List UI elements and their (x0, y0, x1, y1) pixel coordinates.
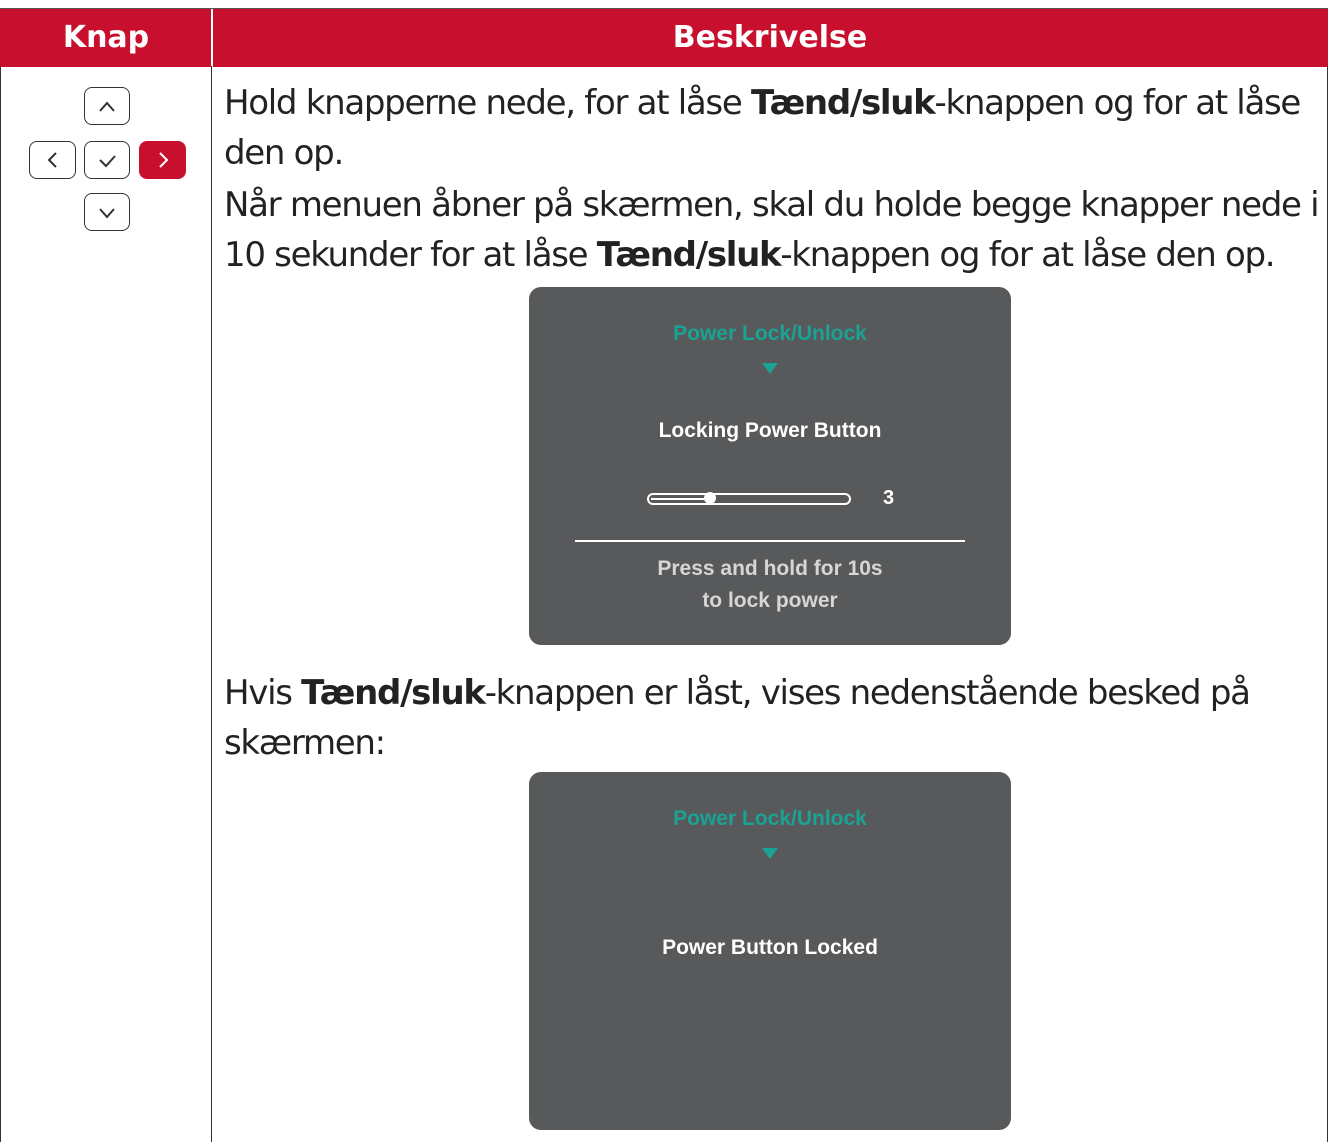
slider-thumb (704, 492, 716, 504)
description-paragraph-2: Når menuen åbner på skærmen, skal du hol… (224, 180, 1320, 280)
p2-bold: Tænd/sluk (596, 235, 782, 275)
dpad-left-button (29, 141, 76, 179)
table-border-left (0, 66, 1, 1142)
osd-message: Locking Power Button (658, 419, 882, 442)
osd-hint-line-1: Press and hold for 10s (657, 557, 883, 580)
p1-text: Hold knapperne nede, for at låse (224, 83, 751, 123)
description-paragraph-1: Hold knapperne nede, for at låse Tænd/sl… (224, 78, 1320, 178)
p3-text: Hvis (224, 673, 302, 713)
header-beskrivelse: Beskrivelse (672, 20, 868, 55)
button-description-table: Knap Beskrivelse Hold knapperne nede, fo… (0, 0, 1328, 1142)
osd-title: Power Lock/Unlock (673, 807, 867, 830)
osd-hint-line-2: to lock power (702, 589, 838, 612)
slider-fill (651, 498, 710, 500)
header-knap: Knap (62, 20, 150, 55)
dpad-up-button (84, 87, 130, 125)
triangle-down-icon (762, 363, 778, 374)
osd-message: Power Button Locked (662, 936, 878, 959)
dpad-ok-button (84, 141, 130, 179)
chevron-up-icon (99, 101, 115, 112)
dpad-right-button (139, 141, 186, 179)
description-paragraph-3: Hvis Tænd/sluk-knappen er låst, vises ne… (224, 668, 1320, 768)
countdown-value: 3 (883, 487, 895, 509)
p2-text-end: -knappen og for at låse den op. (780, 235, 1275, 275)
p3-bold: Tænd/sluk (301, 673, 486, 713)
dpad-down-button (84, 193, 130, 231)
osd-locking-screen: Power Lock/Unlock Locking Power Button 3… (529, 287, 1011, 645)
osd-locked-screen: Power Lock/Unlock Power Button Locked (529, 772, 1011, 1130)
chevron-down-icon (99, 208, 115, 219)
chevron-right-icon (159, 152, 169, 168)
osd-title: Power Lock/Unlock (673, 322, 867, 345)
osd-hint: Press and hold for 10s to lock power (529, 553, 1011, 617)
p1-bold: Tænd/sluk (750, 83, 936, 123)
triangle-down-icon (762, 848, 778, 859)
check-icon (99, 155, 116, 168)
chevron-left-icon (47, 152, 57, 168)
table-header: Knap Beskrivelse (0, 8, 1328, 67)
osd-divider (575, 540, 965, 542)
table-column-divider (211, 66, 212, 1142)
countdown-slider (647, 492, 851, 505)
